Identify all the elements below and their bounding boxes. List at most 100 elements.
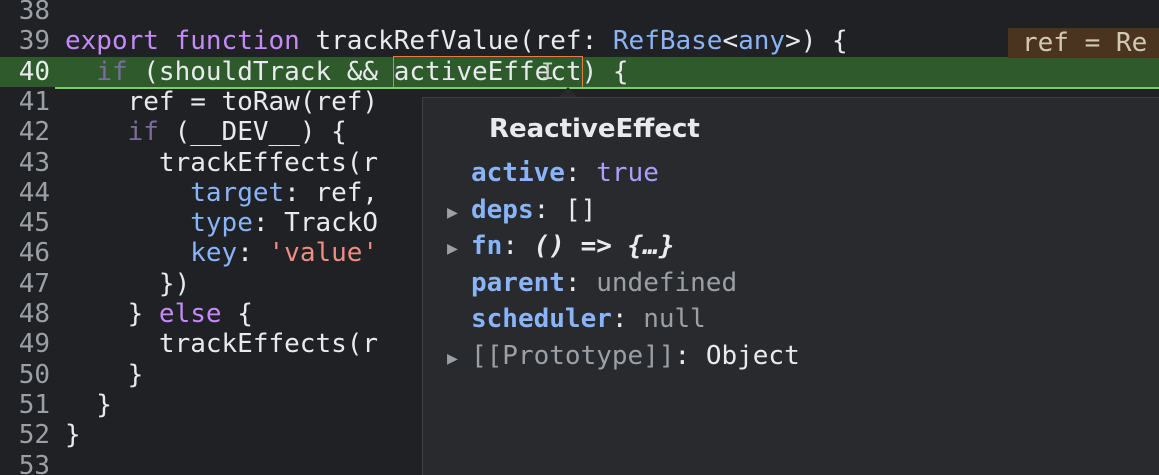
popover-title: ReactiveEffect [489, 114, 700, 144]
code-editor: 38 39 export function trackRefValue(ref: R… [0, 0, 1159, 475]
line-number[interactable]: 43 [0, 148, 54, 178]
line-number[interactable]: 47 [0, 269, 54, 299]
code-token: >) { [785, 26, 848, 57]
property-separator: : [611, 304, 644, 335]
property-key: parent [471, 267, 565, 298]
line-number[interactable]: 52 [0, 420, 54, 450]
code-line-38[interactable]: 38 [0, 0, 1159, 26]
code-token: : ref, [284, 177, 379, 208]
line-number[interactable]: 40 [0, 57, 54, 87]
code-token: if [96, 56, 128, 87]
code-token: (shouldTrack && [127, 56, 394, 87]
code-token: key [190, 238, 238, 269]
line-code[interactable]: if (__DEV__) { [65, 117, 347, 147]
code-token: } [65, 389, 112, 420]
code-token: ) { [581, 56, 629, 87]
code-token: trackRefValue(ref: [299, 26, 613, 57]
text-cursor-icon: 𝙸 [541, 60, 555, 85]
property-separator: : [502, 231, 534, 262]
code-token: } [65, 420, 81, 451]
line-number[interactable]: 46 [0, 238, 54, 268]
line-number[interactable]: 49 [0, 329, 54, 359]
property-value: Object [705, 341, 800, 371]
line-code[interactable]: target: ref, [65, 178, 378, 208]
code-token: 'value' [268, 238, 379, 269]
line-number[interactable]: 38 [0, 0, 54, 26]
property-row: parent: undefined [447, 266, 737, 300]
line-number[interactable]: 45 [0, 208, 54, 238]
popover-caret [559, 87, 577, 97]
code-token: trackEffects(r [65, 147, 379, 178]
property-separator: : [564, 267, 597, 298]
code-token: any [738, 26, 786, 57]
code-token: if [127, 117, 159, 148]
code-line-40[interactable]: 40 if (shouldTrack && activeEffect) { [0, 55, 1159, 88]
line-code[interactable]: trackEffects(r [65, 329, 378, 359]
line-number[interactable]: 51 [0, 390, 54, 420]
expand-triangle-icon[interactable]: ▶ [447, 342, 471, 376]
line-number[interactable]: 48 [0, 299, 54, 329]
line-number[interactable]: 42 [0, 117, 54, 147]
property-key: deps [471, 194, 534, 225]
line-number[interactable]: 44 [0, 178, 54, 208]
line-number[interactable]: 50 [0, 360, 54, 390]
line-code[interactable]: } [65, 420, 81, 450]
line-code[interactable]: trackEffects(r [65, 148, 378, 178]
code-token: export [65, 26, 159, 57]
line-code[interactable]: type: TrackO [65, 208, 378, 238]
line-code[interactable]: export function trackRefValue(ref: RefBa… [65, 26, 848, 56]
property-row[interactable]: ▶ deps: [] [447, 193, 596, 227]
expand-triangle-icon[interactable]: ▶ [447, 232, 471, 266]
property-value: undefined [596, 267, 738, 298]
inline-value-preview: ref = Re [1008, 28, 1159, 58]
property-key: [[Prototype]] [471, 341, 675, 371]
code-token: } [65, 359, 144, 390]
current-line-underline [55, 87, 1159, 89]
code-token: }) [65, 268, 191, 299]
line-code[interactable]: }) [65, 269, 190, 299]
code-token: (__DEV__) { [158, 117, 347, 148]
property-separator: : [564, 158, 597, 188]
line-number[interactable]: 39 [0, 26, 54, 56]
code-token: trackEffects(r [65, 329, 379, 360]
line-code[interactable]: } [65, 390, 112, 420]
property-value: () => {…} [533, 231, 675, 262]
property-value: [] [564, 194, 597, 225]
code-token: RefBase [612, 26, 723, 57]
code-token: } [65, 299, 159, 329]
property-key: fn [471, 231, 503, 262]
code-token: type [190, 208, 253, 239]
property-key: scheduler [471, 304, 612, 335]
line-number[interactable]: 53 [0, 451, 54, 475]
code-line-39[interactable]: 39 export function trackRefValue(ref: Ref… [0, 26, 1159, 56]
code-token: else [158, 299, 222, 329]
hover-popover: ReactiveEffect active: true ▶ deps: [] ▶ fn:… [422, 97, 1159, 475]
code-token: target [190, 177, 285, 208]
code-token: { [221, 299, 253, 329]
code-token: : [237, 238, 269, 269]
line-code[interactable]: } else { [65, 299, 253, 329]
expand-triangle-icon[interactable]: ▶ [447, 196, 471, 230]
line-code[interactable]: ref = toRaw(ref) [65, 87, 378, 117]
property-row: active: true [447, 156, 659, 190]
property-row[interactable]: ▶ fn: () => {…} [447, 229, 675, 263]
property-row[interactable]: ▶ [[Prototype]]: Object [447, 339, 800, 373]
code-token: ref = toRaw(ref) [65, 86, 379, 117]
property-separator: : [674, 341, 706, 371]
code-token: : TrackO [252, 208, 379, 239]
property-key: active [471, 158, 565, 188]
property-value: true [596, 158, 659, 188]
line-code[interactable]: } [65, 359, 144, 390]
property-separator: : [533, 194, 565, 225]
line-code[interactable]: key: 'value' [65, 238, 378, 268]
code-token: < [722, 26, 739, 57]
property-value: null [643, 304, 706, 335]
line-number[interactable]: 41 [0, 87, 54, 117]
code-token: function [174, 26, 300, 57]
